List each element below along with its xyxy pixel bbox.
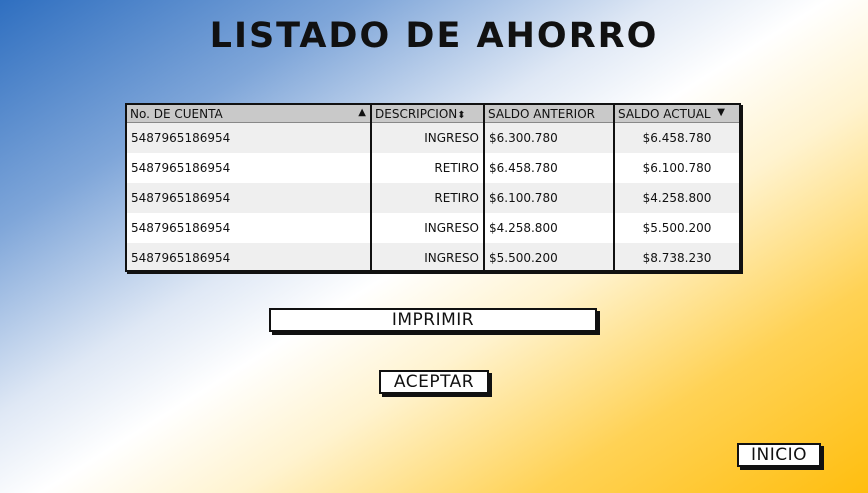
page-title: LISTADO DE AHORRO [209,16,659,56]
account-number-cell: 5487965186954 [127,153,372,183]
table-row[interactable]: 5487965186954 RETIRO $6.458.780 $6.100.7… [127,153,739,183]
current-balance-cell: $8.738.230 [614,243,739,270]
previous-balance-cell: $6.100.780 [484,183,615,213]
column-header-label: SALDO ACTUAL [618,106,711,121]
sort-descending-icon[interactable]: ▼ [717,107,725,118]
column-header-current-balance[interactable]: SALDO ACTUAL ▼ [614,105,739,123]
sort-ascending-icon[interactable]: ▲ [358,107,366,118]
home-button[interactable]: INICIO [737,443,821,467]
column-header-account[interactable]: No. DE CUENTA ▲ [127,105,372,123]
table-header-row: No. DE CUENTA ▲ DESCRIPCION⬍ SALDO ANTER… [127,105,739,123]
table-row[interactable]: 5487965186954 INGRESO $5.500.200 $8.738.… [127,243,739,270]
current-balance-cell: $4.258.800 [614,183,739,213]
account-number-cell: 5487965186954 [127,183,372,213]
column-header-label: DESCRIPCION [375,106,458,121]
savings-table-grid: No. DE CUENTA ▲ DESCRIPCION⬍ SALDO ANTER… [127,105,739,270]
table-row[interactable]: 5487965186954 RETIRO $6.100.780 $4.258.8… [127,183,739,213]
sort-both-icon[interactable]: ⬍ [457,110,465,121]
column-header-description[interactable]: DESCRIPCION⬍ [371,105,485,123]
current-balance-cell: $6.458.780 [614,122,739,153]
column-header-previous-balance[interactable]: SALDO ANTERIOR [484,105,615,123]
current-balance-cell: $6.100.780 [614,153,739,183]
description-cell: INGRESO [371,243,485,270]
account-number-cell: 5487965186954 [127,243,372,270]
accept-button[interactable]: ACEPTAR [379,370,489,394]
column-header-label: No. DE CUENTA [130,106,223,121]
description-cell: INGRESO [371,213,485,243]
current-balance-cell: $5.500.200 [614,213,739,243]
column-header-label: SALDO ANTERIOR [488,106,595,121]
description-cell: INGRESO [371,122,485,153]
previous-balance-cell: $4.258.800 [484,213,615,243]
table-row[interactable]: 5487965186954 INGRESO $4.258.800 $5.500.… [127,213,739,243]
description-cell: RETIRO [371,153,485,183]
previous-balance-cell: $6.458.780 [484,153,615,183]
print-button[interactable]: IMPRIMIR [269,308,597,332]
savings-table: No. DE CUENTA ▲ DESCRIPCION⬍ SALDO ANTER… [125,103,741,272]
table-row[interactable]: 5487965186954 INGRESO $6.300.780 $6.458.… [127,122,739,153]
previous-balance-cell: $6.300.780 [484,122,615,153]
account-number-cell: 5487965186954 [127,213,372,243]
description-cell: RETIRO [371,183,485,213]
previous-balance-cell: $5.500.200 [484,243,615,270]
account-number-cell: 5487965186954 [127,122,372,153]
